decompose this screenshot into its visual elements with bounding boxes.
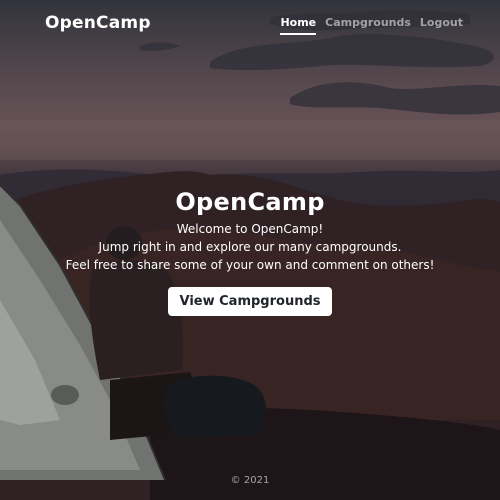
footer: © 2021 xyxy=(0,475,500,486)
hero-welcome-line: Welcome to OpenCamp! xyxy=(176,222,324,236)
copyright-text: © 2021 xyxy=(230,475,270,486)
nav-link-campgrounds[interactable]: Campgrounds xyxy=(325,16,411,35)
hero-share-line: Feel free to share some of your own and … xyxy=(65,258,435,272)
brand-logo[interactable]: OpenCamp xyxy=(45,13,151,33)
hero-section: OpenCamp Welcome to OpenCamp! Jump right… xyxy=(0,186,500,316)
nav-link-home[interactable]: Home xyxy=(280,16,317,35)
view-campgrounds-button[interactable]: View Campgrounds xyxy=(168,287,332,316)
hero-explore-line: Jump right in and explore our many campg… xyxy=(98,240,402,254)
nav-link-logout[interactable]: Logout xyxy=(420,16,463,35)
navbar: OpenCamp Home Campgrounds Logout xyxy=(0,0,500,46)
nav-links: Home Campgrounds Logout xyxy=(280,16,463,35)
landing-page: OpenCamp Home Campgrounds Logout OpenCam… xyxy=(0,0,500,500)
hero-title: OpenCamp xyxy=(175,188,325,216)
